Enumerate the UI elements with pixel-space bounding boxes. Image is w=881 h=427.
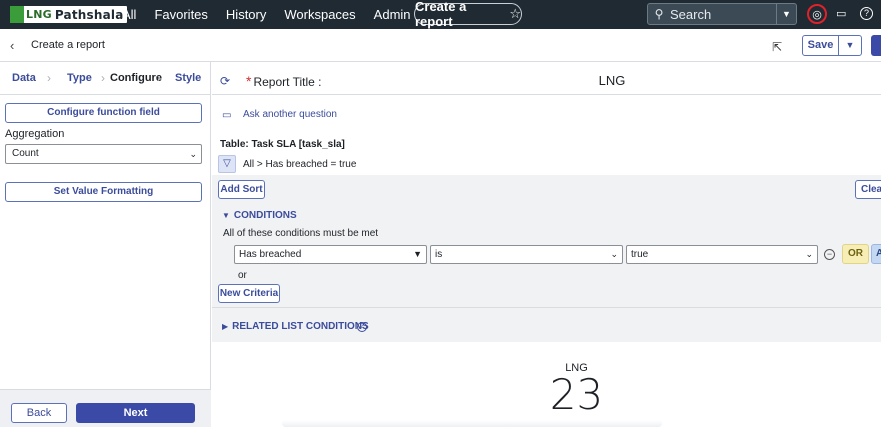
search-input[interactable]: Search — [670, 7, 776, 22]
clear-button[interactable]: Clear — [855, 180, 881, 199]
chevron-down-icon: ⌄ — [610, 249, 618, 259]
or-button[interactable]: OR — [842, 244, 869, 264]
divider — [212, 94, 881, 95]
add-sort-button[interactable]: Add Sort — [218, 180, 265, 199]
save-dropdown-chevron-icon[interactable]: ▼ — [839, 36, 861, 55]
ask-another-question-link[interactable]: Ask another question — [243, 109, 337, 120]
back-button[interactable]: Back — [11, 403, 67, 423]
save-button-group: Save ▼ — [802, 35, 862, 56]
preview-single-score: 23 — [549, 370, 604, 419]
create-report-pill-label: Create a report — [415, 0, 467, 29]
condition-field-value: Has breached — [239, 249, 302, 260]
left-config-panel: Data › Type › Configure › Style Configur… — [0, 62, 211, 427]
report-header: ‹ Create a report ⇱ Save ▼ — [0, 29, 881, 62]
condition-operator-value: is — [435, 249, 443, 260]
chat-icon[interactable]: ▭ — [836, 7, 846, 20]
filter-breadcrumb[interactable]: All > Has breached = true — [243, 159, 356, 170]
search-icon: ⚲ — [654, 7, 664, 21]
remove-condition-icon[interactable]: − — [824, 249, 835, 260]
nav-history[interactable]: History — [226, 7, 266, 22]
report-title-input[interactable]: LNG — [592, 73, 632, 88]
new-criteria-button[interactable]: New Criteria — [218, 284, 280, 303]
required-asterisk-icon: * — [246, 73, 252, 89]
configure-function-field-button[interactable]: Configure function field — [5, 103, 202, 123]
logo-text: Pathshala — [54, 7, 124, 22]
page-title: Create a report — [31, 39, 105, 51]
search-scope-dropdown-icon[interactable]: ▼ — [776, 4, 796, 24]
run-button-edge[interactable] — [871, 35, 881, 56]
caret-down-icon: ▼ — [222, 211, 230, 220]
condition-value-select[interactable]: true ⌄ — [626, 245, 818, 264]
nav-workspaces[interactable]: Workspaces — [284, 7, 355, 22]
or-separator-text: or — [238, 270, 247, 281]
set-value-formatting-button[interactable]: Set Value Formatting — [5, 182, 202, 202]
share-icon[interactable]: ⇱ — [772, 40, 782, 54]
chevron-down-icon: ⌄ — [805, 249, 813, 259]
and-button[interactable]: A — [871, 244, 881, 264]
step-chevron-icon: › — [101, 71, 105, 85]
report-title-label: * Report Title : — [246, 73, 321, 89]
step-style[interactable]: Style — [175, 72, 201, 84]
logo-mark-icon — [10, 6, 24, 23]
step-chevron-icon: › — [157, 71, 161, 85]
chat-bubble-icon: ▭ — [222, 110, 232, 121]
step-type[interactable]: Type — [67, 72, 92, 84]
nav-links: All Favorites History Workspaces Admin — [122, 0, 429, 29]
logo[interactable]: LNG Pathshala — [10, 6, 127, 23]
chevron-down-icon: ⌄ — [189, 149, 197, 159]
divider — [0, 94, 211, 95]
create-report-pill[interactable]: Create a report ☆ — [414, 0, 522, 29]
step-configure[interactable]: Configure — [110, 72, 162, 84]
step-data[interactable]: Data — [12, 72, 36, 84]
filter-funnel-icon[interactable]: ▽ — [218, 155, 236, 173]
related-list-conditions-label: RELATED LIST CONDITIONS — [232, 321, 369, 332]
conditions-header[interactable]: ▼ CONDITIONS — [222, 210, 297, 221]
refresh-icon[interactable]: ⟳ — [220, 74, 230, 88]
aggregation-select-value: Count — [12, 148, 39, 159]
aggregation-label: Aggregation — [5, 128, 65, 140]
globe-icon[interactable]: ◎ — [807, 4, 827, 24]
report-title-label-text: Report Title : — [253, 75, 322, 89]
star-icon[interactable]: ☆ — [509, 6, 521, 22]
save-button[interactable]: Save — [803, 36, 839, 55]
condition-operator-select[interactable]: is ⌄ — [430, 245, 623, 264]
nav-admin[interactable]: Admin — [374, 7, 411, 22]
logo-lng-text: LNG — [26, 8, 52, 21]
left-footer: Back Next — [0, 389, 211, 427]
table-name: Table: Task SLA [task_sla] — [220, 139, 345, 150]
back-chevron-icon[interactable]: ‹ — [10, 38, 14, 53]
conditions-header-label: CONDITIONS — [233, 210, 297, 221]
caret-down-icon: ▼ — [413, 249, 422, 259]
aggregation-select[interactable]: Count ⌄ — [5, 144, 202, 164]
caret-right-icon: ▶ — [222, 322, 229, 331]
nav-favorites[interactable]: Favorites — [154, 7, 207, 22]
conditions-description: All of these conditions must be met — [223, 228, 379, 239]
condition-field-select[interactable]: Has breached ▼ — [234, 245, 427, 264]
step-chevron-icon: › — [47, 71, 51, 85]
help-icon[interactable]: ? — [357, 322, 367, 332]
help-icon[interactable]: ? — [860, 7, 873, 20]
global-search[interactable]: ⚲ Search ▼ — [647, 3, 797, 25]
next-button[interactable]: Next — [76, 403, 195, 423]
top-navigation-bar: LNG Pathshala All Favorites History Work… — [0, 0, 881, 29]
condition-value-value: true — [631, 249, 649, 260]
related-list-conditions-header[interactable]: ▶ RELATED LIST CONDITIONS — [222, 321, 369, 332]
preview-shadow — [282, 420, 662, 427]
nav-all[interactable]: All — [122, 7, 136, 22]
divider — [212, 307, 881, 308]
right-report-panel: ⟳ * Report Title : LNG ▭ Ask another ques… — [212, 62, 881, 427]
